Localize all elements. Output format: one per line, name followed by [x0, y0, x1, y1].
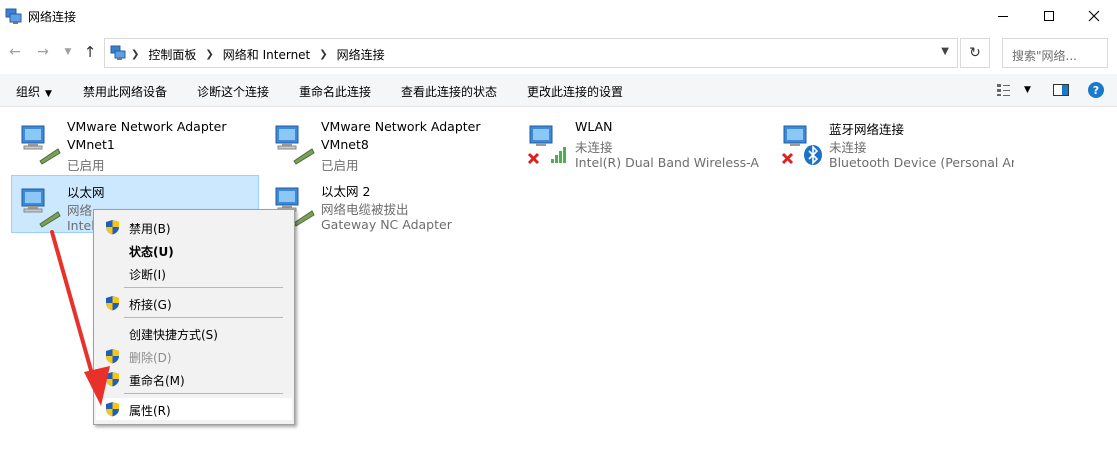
- help-icon[interactable]: ?: [1088, 82, 1104, 98]
- change-view-button[interactable]: ▼: [996, 80, 1031, 100]
- chevron-down-icon: ▼: [45, 89, 52, 99]
- back-arrow-icon: ←: [9, 44, 21, 60]
- context-menu: 禁用(B) 状态(U) 诊断(I) 桥接(G) 创建快捷方式(S) 删除(D) …: [93, 209, 295, 425]
- minimize-button[interactable]: [980, 0, 1026, 32]
- menu-item-disable[interactable]: 禁用(B): [96, 216, 292, 238]
- uac-shield-icon: [106, 220, 119, 235]
- menu-separator: [124, 317, 283, 318]
- address-bar[interactable]: ❯ 控制面板 ❯ 网络和 Internet ❯ 网络连接 ▼: [104, 38, 958, 68]
- diagnose-connection-button[interactable]: 诊断这个连接: [197, 83, 269, 100]
- connection-status: 网络电缆被拔出: [321, 202, 409, 217]
- connection-status: 未连接: [829, 140, 867, 155]
- window-title: 网络连接: [28, 10, 77, 24]
- refresh-button[interactable]: ↻: [960, 38, 990, 68]
- breadcrumb-separator-icon[interactable]: ❯: [205, 49, 213, 60]
- connection-item-bluetooth[interactable]: 蓝牙网络连接 未连接 Bluetooth Device (Personal Ar…: [774, 113, 1022, 171]
- view-options-icon: [997, 84, 1010, 96]
- breadcrumb-network-connections[interactable]: 网络连接: [337, 46, 385, 63]
- connection-status: 未连接: [575, 140, 613, 155]
- menu-item-label: 桥接(G): [129, 298, 172, 312]
- connection-item-vmnet1[interactable]: VMware Network Adapter VMnet1 已启用: [12, 113, 260, 173]
- menu-separator: [124, 393, 283, 394]
- connection-name: WLAN: [575, 119, 613, 134]
- connection-item-vmnet8[interactable]: VMware Network Adapter VMnet8 已启用: [266, 113, 514, 173]
- connection-name: 蓝牙网络连接: [829, 122, 905, 137]
- forward-button[interactable]: →: [33, 42, 53, 62]
- connection-name: 以太网: [67, 185, 105, 200]
- uac-shield-icon: [106, 296, 119, 311]
- search-input[interactable]: 搜索"网络...: [1002, 38, 1108, 68]
- recent-locations-button[interactable]: ▼: [58, 42, 78, 62]
- address-dropdown-icon[interactable]: ▼: [941, 46, 949, 57]
- close-icon: [1088, 10, 1100, 22]
- maximize-icon: [1044, 11, 1054, 21]
- connection-name-line2: VMnet1: [67, 137, 115, 152]
- menu-item-properties[interactable]: 属性(R): [96, 398, 292, 420]
- breadcrumb-network-internet[interactable]: 网络和 Internet: [223, 46, 310, 63]
- refresh-icon: ↻: [969, 45, 981, 61]
- disable-device-button[interactable]: 禁用此网络设备: [83, 83, 167, 100]
- connection-name: VMware Network Adapter: [67, 119, 227, 134]
- menu-item-label: 删除(D): [129, 351, 172, 365]
- connection-name: VMware Network Adapter: [321, 119, 481, 134]
- menu-item-rename[interactable]: 重命名(M): [96, 368, 292, 390]
- menu-item-label: 诊断(I): [129, 268, 166, 282]
- uac-shield-icon: [106, 402, 119, 417]
- organize-label: 组织: [16, 85, 41, 99]
- menu-item-create-shortcut[interactable]: 创建快捷方式(S): [96, 322, 292, 344]
- connection-device: Intel(R) Dual Band Wireless-A...: [575, 155, 760, 170]
- address-row: ← → ▼ ↑ ❯ 控制面板 ❯ 网络和 Internet ❯ 网络连接 ▼ ↻…: [0, 34, 1117, 70]
- connection-device: Gateway NC Adapter: [321, 217, 452, 232]
- chevron-down-icon: ▼: [64, 47, 72, 57]
- back-button[interactable]: ←: [5, 42, 25, 62]
- menu-item-diagnose[interactable]: 诊断(I): [96, 262, 292, 284]
- view-status-button[interactable]: 查看此连接的状态: [401, 83, 497, 100]
- preview-pane-button[interactable]: [1053, 80, 1070, 100]
- menu-item-status[interactable]: 状态(U): [96, 239, 292, 261]
- control-panel-icon: [110, 45, 126, 60]
- breadcrumb-separator-icon[interactable]: ❯: [319, 49, 327, 60]
- connection-item-ethernet-2[interactable]: 以太网 2 网络电缆被拔出 Gateway NC Adapter: [266, 175, 514, 233]
- connection-status: 网络: [67, 203, 93, 218]
- menu-item-bridge[interactable]: 桥接(G): [96, 292, 292, 314]
- breadcrumb-separator-icon[interactable]: ❯: [131, 49, 139, 60]
- menu-item-delete[interactable]: 删除(D): [96, 345, 292, 367]
- chevron-down-icon: ▼: [1024, 85, 1031, 95]
- bluetooth-adapter-icon: [781, 125, 822, 165]
- menu-item-label: 属性(R): [129, 404, 171, 418]
- organize-button[interactable]: 组织 ▼: [16, 83, 52, 100]
- menu-separator: [124, 287, 283, 288]
- command-bar: 组织 ▼ 禁用此网络设备 诊断这个连接 重命名此连接 查看此连接的状态 更改此连接…: [0, 74, 1117, 107]
- maximize-button[interactable]: [1026, 0, 1072, 32]
- ethernet-adapter-icon: [21, 188, 61, 228]
- uac-shield-icon: [106, 349, 119, 364]
- rename-connection-button[interactable]: 重命名此连接: [299, 83, 371, 100]
- connection-name: 以太网 2: [321, 184, 371, 199]
- menu-item-label: 重命名(M): [129, 374, 185, 388]
- uac-shield-icon: [106, 372, 119, 387]
- change-settings-button[interactable]: 更改此连接的设置: [527, 83, 623, 100]
- menu-item-label: 禁用(B): [129, 222, 171, 236]
- up-button[interactable]: ↑: [80, 42, 100, 62]
- close-button[interactable]: [1071, 0, 1117, 32]
- network-adapter-icon: [275, 125, 315, 165]
- preview-pane-icon: [1053, 84, 1069, 96]
- connection-device: Bluetooth Device (Personal Ar...: [829, 155, 1014, 170]
- menu-item-label: 状态(U): [129, 245, 174, 259]
- connection-status: 已启用: [321, 158, 359, 173]
- up-arrow-icon: ↑: [83, 43, 97, 61]
- wifi-adapter-icon: [527, 125, 566, 165]
- breadcrumb-control-panel[interactable]: 控制面板: [148, 46, 196, 63]
- forward-arrow-icon: →: [37, 44, 49, 60]
- connection-name-line2: VMnet8: [321, 137, 369, 152]
- minimize-icon: [998, 15, 1008, 17]
- network-connections-icon: [5, 8, 22, 24]
- search-placeholder: 搜索"网络...: [1012, 49, 1077, 63]
- breadcrumb: ❯ 控制面板 ❯ 网络和 Internet ❯ 网络连接: [131, 46, 385, 63]
- menu-item-label: 创建快捷方式(S): [129, 328, 218, 342]
- connection-status: 已启用: [67, 158, 105, 173]
- connection-item-wlan[interactable]: WLAN 未连接 Intel(R) Dual Band Wireless-A..…: [520, 113, 768, 171]
- network-adapter-icon: [21, 125, 61, 165]
- title-bar: 网络连接: [0, 0, 1117, 32]
